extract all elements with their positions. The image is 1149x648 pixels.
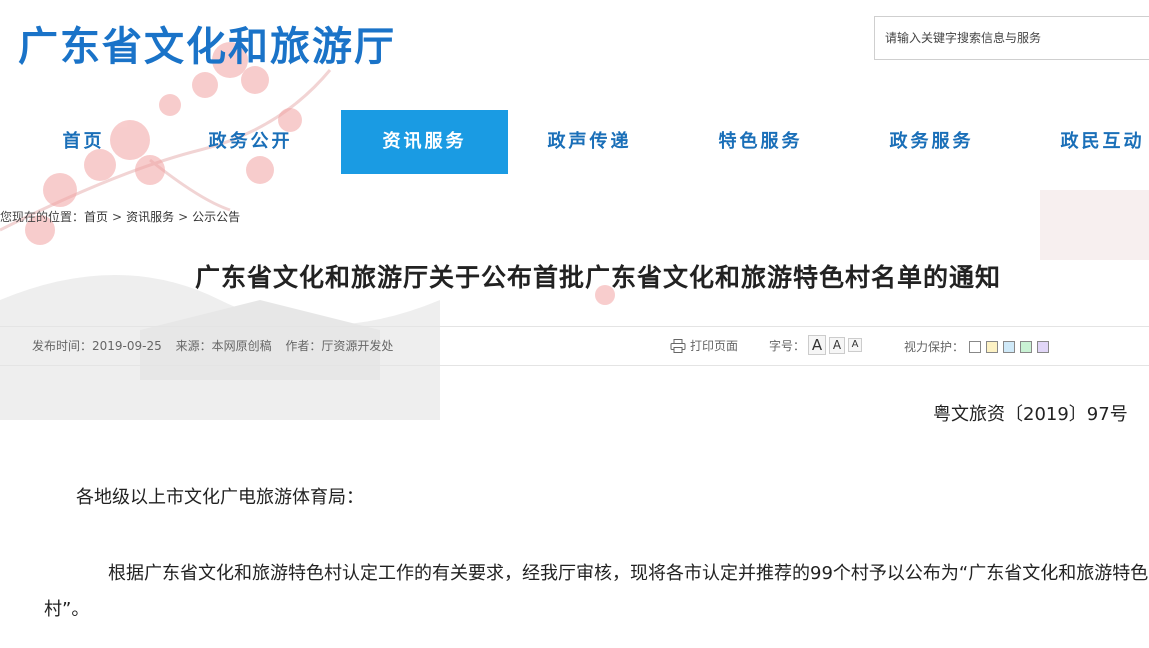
breadcrumb-info-services-link[interactable]: 资讯服务 <box>126 210 174 224</box>
breadcrumb-prefix: 您现在的位置： <box>0 210 85 224</box>
nav-item-gov-affairs-open[interactable]: 政务公开 <box>167 110 334 174</box>
article-author: 作者：厅资源开发处 <box>285 339 394 353</box>
vision-color-yellow[interactable] <box>986 340 999 353</box>
font-size-large-button[interactable]: A <box>808 335 827 355</box>
breadcrumb-separator: > <box>178 210 189 224</box>
font-size-control: 字号： A A A <box>769 335 863 355</box>
publish-time: 发布时间：2019-09-25 <box>32 339 162 353</box>
article-meta-bar: 发布时间：2019-09-25 来源：本网原创稿 作者：厅资源开发处 打印页面 … <box>0 326 1149 366</box>
article-meta: 发布时间：2019-09-25 来源：本网原创稿 作者：厅资源开发处 <box>32 337 403 354</box>
nav-item-info-services[interactable]: 资讯服务 <box>341 110 508 174</box>
print-page-button[interactable]: 打印页面 <box>670 337 738 354</box>
breadcrumb: 您现在的位置：首页 > 资讯服务 > 公示公告 <box>0 208 240 225</box>
salutation: 各地级以上市文化广电旅游体育局： <box>76 487 364 508</box>
breadcrumb-announcements-link[interactable]: 公示公告 <box>192 210 240 224</box>
document-number: 粤文旅资〔2019〕97号 <box>933 404 1128 425</box>
nav-item-gov-voice[interactable]: 政声传递 <box>506 110 673 174</box>
blossom-landscape-background <box>0 42 1149 420</box>
nav-item-featured-services[interactable]: 特色服务 <box>677 110 844 174</box>
nav-item-home[interactable]: 首页 <box>0 110 167 174</box>
article-paragraph: 根据广东省文化和旅游特色村认定工作的有关要求，经我厅审核，现将各市认定并推荐的9… <box>44 563 1149 620</box>
vision-color-green[interactable] <box>1020 340 1033 353</box>
vision-color-blue[interactable] <box>1003 340 1016 353</box>
vision-color-purple[interactable] <box>1037 340 1050 353</box>
vision-protection-label: 视力保护： <box>904 340 965 354</box>
search-input[interactable] <box>875 17 1149 59</box>
article-title: 广东省文化和旅游厅关于公布首批广东省文化和旅游特色村名单的通知 <box>194 263 1001 292</box>
main-nav: 首页 政务公开 资讯服务 政声传递 特色服务 政务服务 政民互动 <box>0 110 1149 174</box>
breadcrumb-home-link[interactable]: 首页 <box>84 210 108 224</box>
search-box[interactable] <box>874 16 1149 60</box>
nav-item-gov-services[interactable]: 政务服务 <box>848 110 1015 174</box>
article-source: 来源：本网原创稿 <box>175 339 272 353</box>
font-size-medium-button[interactable]: A <box>829 336 846 354</box>
site-title: 广东省文化和旅游厅 <box>18 23 396 70</box>
vision-protection-control: 视力保护： <box>904 338 1050 355</box>
printer-icon <box>670 338 686 353</box>
font-size-label: 字号： <box>769 338 806 353</box>
breadcrumb-separator: > <box>112 210 123 224</box>
print-page-label: 打印页面 <box>690 339 739 353</box>
vision-color-white[interactable] <box>969 340 982 353</box>
nav-item-interaction[interactable]: 政民互动 <box>1019 110 1149 174</box>
font-size-small-button[interactable]: A <box>848 338 863 352</box>
